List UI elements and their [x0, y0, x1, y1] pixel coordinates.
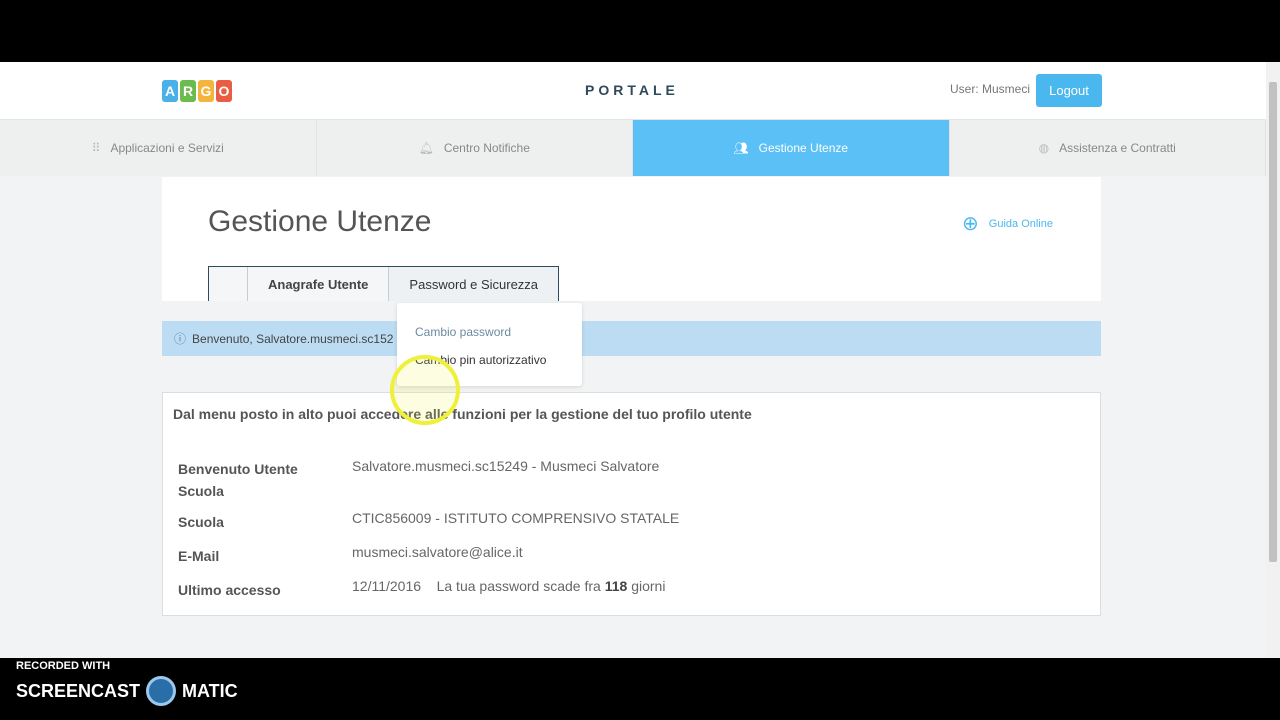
tab-password-sicurezza[interactable]: Password e Sicurezza	[388, 267, 559, 301]
info-value: Salvatore.musmeci.sc15249 - Musmeci Salv…	[352, 458, 660, 474]
expiry-pre: La tua password scade fra	[436, 578, 601, 594]
alert-text: Benvenuto, Salvatore.musmeci.sc152	[192, 331, 394, 346]
expiry-days: 118	[604, 578, 628, 594]
nav-gestione-utenze[interactable]: 👥︎ Gestione Utenze	[633, 120, 950, 176]
logo-letter: R	[180, 80, 196, 102]
portal-page: A R G O PORTALE User: Musmeci Logout ⠿ Ap…	[0, 62, 1266, 658]
watermark-line3: MATIC	[182, 680, 238, 701]
nav-label: Assistenza e Contratti	[1059, 141, 1176, 155]
nav-assistenza[interactable]: ◍ Assistenza e Contratti	[950, 120, 1266, 176]
bell-icon: 🔔︎	[418, 141, 434, 155]
tabs: Anagrafe Utente Password e Sicurezza	[208, 266, 560, 301]
expiry-post: giorni	[631, 578, 666, 594]
guida-online-link[interactable]: ⊕ Guida Online	[962, 211, 1053, 236]
page-title: Gestione Utenze	[208, 205, 432, 238]
profile-info-panel: Dal menu posto in alto puoi accedere all…	[162, 392, 1101, 616]
users-icon: 👥︎	[733, 141, 749, 155]
user-label: User: Musmeci	[950, 82, 1031, 96]
cursor-highlight	[390, 355, 460, 425]
info-label: Ultimo accesso	[178, 582, 281, 598]
nav-label: Applicazioni e Servizi	[110, 141, 224, 155]
info-label: E-Mail	[178, 548, 220, 564]
intro-text: Dal menu posto in alto puoi accedere all…	[173, 406, 752, 422]
tab-empty	[209, 267, 247, 301]
tab-anagrafe[interactable]: Anagrafe Utente	[247, 267, 389, 301]
nav-applicazioni[interactable]: ⠿ Applicazioni e Servizi	[0, 120, 317, 176]
info-row: Benvenuto Utente Scuola Salvatore.musmeci…	[178, 458, 659, 502]
guida-label: Guida Online	[988, 217, 1053, 230]
nav-label: Centro Notifiche	[443, 141, 530, 155]
argo-logo[interactable]: A R G O	[162, 80, 232, 102]
scrollbar[interactable]	[1266, 62, 1280, 658]
support-icon: ◍	[1038, 141, 1050, 155]
info-label: Benvenuto Utente Scuola	[178, 461, 298, 499]
logout-button[interactable]: Logout	[1036, 74, 1102, 107]
info-label: Scuola	[178, 514, 224, 530]
watermark-line2: SCREENCAST	[16, 680, 141, 701]
header: A R G O PORTALE User: Musmeci Logout	[0, 62, 1266, 119]
logo-letter: O	[216, 80, 232, 102]
info-icon: ⓘ	[174, 332, 187, 346]
logo-letter: A	[162, 80, 178, 102]
main-nav: ⠿ Applicazioni e Servizi 🔔︎ Centro Notific…	[0, 119, 1266, 176]
info-value: 12/11/2016	[352, 578, 422, 594]
info-value: musmeci.salvatore@alice.it	[352, 544, 523, 560]
info-value: CTIC856009 - ISTITUTO COMPRENSIVO STATAL…	[352, 510, 680, 526]
app-title: PORTALE	[585, 82, 679, 98]
info-row: E-Mail musmeci.salvatore@alice.it	[178, 544, 523, 564]
lifebuoy-icon: ⊕	[962, 213, 979, 235]
info-row: Scuola CTIC856009 - ISTITUTO COMPRENSIVO …	[178, 510, 679, 530]
scrollbar-thumb[interactable]	[1269, 82, 1277, 562]
watermark-line1: RECORDED WITH	[16, 660, 111, 672]
page-header-card: Gestione Utenze ⊕ Guida Online Anagrafe U…	[162, 177, 1101, 301]
record-icon	[146, 676, 177, 706]
logo-letter: G	[198, 80, 214, 102]
info-row: Ultimo accesso 12/11/2016 La tua password…	[178, 578, 665, 598]
welcome-alert: ⓘ Benvenuto, Salvatore.musmeci.sc152	[162, 321, 1101, 356]
nav-label: Gestione Utenze	[758, 141, 849, 155]
menu-cambio-password[interactable]: Cambio password	[415, 325, 511, 339]
grid-icon: ⠿	[91, 141, 101, 155]
nav-notifiche[interactable]: 🔔︎ Centro Notifiche	[317, 120, 633, 176]
screencast-watermark: RECORDED WITH SCREENCAST MATIC	[16, 660, 238, 706]
